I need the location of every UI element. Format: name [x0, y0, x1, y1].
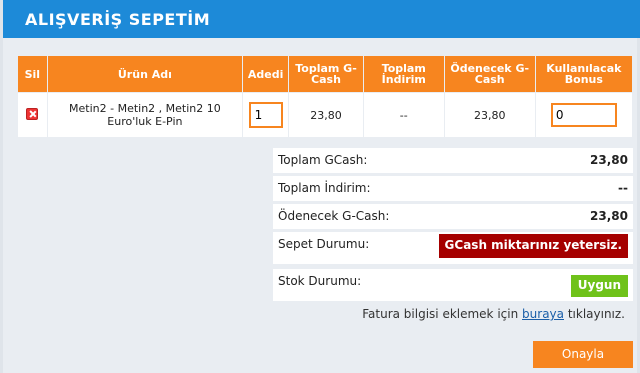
payable-label: Ödenecek G-Cash: — [278, 209, 390, 223]
total-gcash-label: Toplam GCash: — [278, 153, 368, 167]
summary-cart-status: Sepet Durumu: GCash miktarınız yetersiz. — [273, 232, 633, 264]
quantity-input[interactable] — [248, 102, 283, 128]
cart-status-label: Sepet Durumu: — [278, 237, 370, 251]
col-header-bonus: Kullanılacak Bonus — [535, 56, 632, 92]
stock-status-badge: Uygun — [570, 275, 628, 297]
invoice-link[interactable]: buraya — [522, 307, 564, 321]
col-header-total-discount: Toplam İndirim — [363, 56, 444, 92]
title-bar: ALIŞVERİŞ SEPETİM — [3, 0, 640, 38]
col-header-quantity: Adedi — [243, 56, 289, 92]
invoice-suffix: tıklayınız. — [567, 307, 625, 321]
payable-gcash-cell: 23,80 — [444, 93, 535, 137]
summary-total-discount: Toplam İndirim: -- — [273, 176, 633, 201]
col-header-total-gcash: Toplam G-Cash — [289, 56, 363, 92]
summary-payable: Ödenecek G-Cash: 23,80 — [273, 204, 633, 229]
total-gcash-value: 23,80 — [590, 153, 628, 167]
table-row: Metin2 - Metin2 , Metin2 10 Euro'luk E-P… — [18, 93, 632, 137]
product-name: Metin2 - Metin2 , Metin2 10 Euro'luk E-P… — [69, 102, 221, 128]
cart-table: Sil Ürün Adı Adedi Toplam G-Cash Toplam … — [17, 55, 633, 138]
col-header-payable-gcash: Ödenecek G-Cash — [444, 56, 535, 92]
invoice-note: Fatura bilgisi eklemek için buraya tıkla… — [362, 307, 625, 321]
total-gcash-cell: 23,80 — [289, 93, 363, 137]
approve-button[interactable]: Onayla — [533, 341, 633, 368]
total-discount-cell: -- — [363, 93, 444, 137]
summary-total-gcash: Toplam GCash: 23,80 — [273, 148, 633, 173]
bonus-cell — [535, 93, 632, 137]
total-discount-value: -- — [618, 181, 628, 195]
payable-value: 23,80 — [590, 209, 628, 223]
delete-icon[interactable] — [26, 107, 39, 120]
table-header-row: Sil Ürün Adı Adedi Toplam G-Cash Toplam … — [18, 56, 632, 92]
product-cell: Metin2 - Metin2 , Metin2 10 Euro'luk E-P… — [47, 93, 243, 137]
invoice-prefix: Fatura bilgisi eklemek için — [362, 307, 519, 321]
cart-panel: ALIŞVERİŞ SEPETİM Sil Ürün Adı Adedi Top… — [0, 0, 640, 373]
page-title: ALIŞVERİŞ SEPETİM — [25, 10, 211, 29]
delete-cell — [18, 93, 47, 137]
summary-stock-status: Stok Durumu: Uygun — [273, 269, 633, 301]
bonus-input[interactable] — [550, 103, 617, 127]
quantity-cell — [243, 93, 289, 137]
stock-status-label: Stok Durumu: — [278, 274, 362, 288]
total-discount-label: Toplam İndirim: — [278, 181, 371, 195]
cart-status-badge: GCash miktarınız yetersiz. — [438, 234, 628, 258]
col-header-delete: Sil — [18, 56, 47, 92]
col-header-product: Ürün Adı — [47, 56, 243, 92]
